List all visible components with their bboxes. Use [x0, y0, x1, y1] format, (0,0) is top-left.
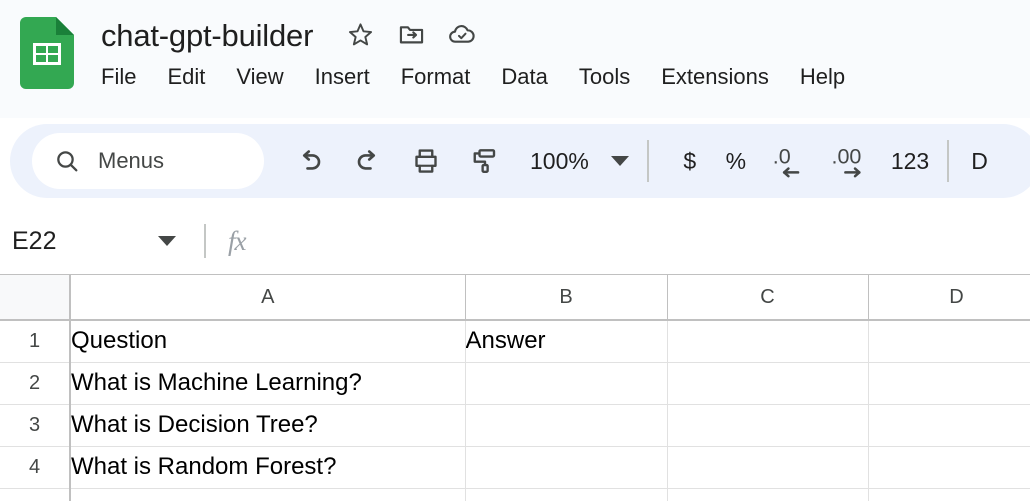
toolbar-region: Menus — [0, 118, 1030, 208]
title-action-icons — [346, 20, 476, 52]
row-header-5[interactable]: 5 — [0, 488, 70, 501]
cell-d2[interactable] — [868, 362, 1030, 404]
table-row: 3 What is Decision Tree? — [0, 404, 1030, 446]
cloud-saved-icon[interactable] — [448, 20, 476, 48]
cell-a4[interactable]: What is Random Forest? — [70, 446, 465, 488]
chevron-down-icon[interactable] — [611, 156, 629, 166]
menu-bar: File Edit View Insert Format Data Tools … — [101, 62, 845, 92]
cell-d3[interactable] — [868, 404, 1030, 446]
search-menus-label: Menus — [98, 148, 164, 174]
cell-a2[interactable]: What is Machine Learning? — [70, 362, 465, 404]
document-title[interactable]: chat-gpt-builder — [101, 16, 313, 56]
main-toolbar: Menus — [10, 124, 1030, 198]
menu-item-edit[interactable]: Edit — [167, 62, 205, 92]
column-header-a[interactable]: A — [70, 275, 465, 320]
cell-d5[interactable] — [868, 488, 1030, 501]
cell-a3[interactable]: What is Decision Tree? — [70, 404, 465, 446]
select-all-corner[interactable] — [0, 275, 70, 320]
menu-item-view[interactable]: View — [236, 62, 283, 92]
currency-format-button[interactable]: $ — [667, 137, 713, 185]
column-header-b[interactable]: B — [465, 275, 667, 320]
name-box-chevron-down-icon[interactable] — [158, 236, 176, 246]
cell-d4[interactable] — [868, 446, 1030, 488]
grid-table: A B C D 1 Question Answer 2 What is Mach… — [0, 275, 1030, 501]
title-row: chat-gpt-builder — [101, 12, 476, 60]
zoom-level[interactable]: 100% — [522, 137, 597, 185]
paint-format-button[interactable] — [460, 137, 508, 185]
cell-c3[interactable] — [667, 404, 868, 446]
print-button[interactable] — [402, 137, 450, 185]
decrease-decimal-icon[interactable]: .0 — [767, 137, 819, 185]
cell-b3[interactable] — [465, 404, 667, 446]
row-header-2[interactable]: 2 — [0, 362, 70, 404]
svg-text:.00: .00 — [831, 145, 861, 169]
row-header-3[interactable]: 3 — [0, 404, 70, 446]
name-box[interactable]: E22 — [12, 227, 152, 256]
increase-decimal-icon[interactable]: .00 — [827, 137, 879, 185]
font-family-selector[interactable]: D — [971, 148, 988, 175]
cell-b2[interactable] — [465, 362, 667, 404]
toolbar-divider-2 — [947, 140, 949, 182]
fx-icon: fx — [228, 226, 246, 257]
table-row: 5 — [0, 488, 1030, 501]
table-row: 2 What is Machine Learning? — [0, 362, 1030, 404]
menu-item-tools[interactable]: Tools — [579, 62, 630, 92]
cell-c2[interactable] — [667, 362, 868, 404]
move-to-folder-icon[interactable] — [397, 20, 425, 48]
cell-b1[interactable]: Answer — [465, 320, 667, 362]
redo-button[interactable] — [344, 137, 392, 185]
column-header-c[interactable]: C — [667, 275, 868, 320]
formula-input[interactable] — [246, 208, 1030, 274]
percent-format-button[interactable]: % — [713, 137, 759, 185]
search-icon — [54, 148, 80, 174]
cell-b5[interactable] — [465, 488, 667, 501]
formula-bar-divider — [204, 224, 206, 258]
toolbar-divider — [647, 140, 649, 182]
menu-item-file[interactable]: File — [101, 62, 136, 92]
cell-c5[interactable] — [667, 488, 868, 501]
search-menus-input[interactable]: Menus — [32, 133, 264, 189]
cell-d1[interactable] — [868, 320, 1030, 362]
cell-c4[interactable] — [667, 446, 868, 488]
app-header: chat-gpt-builder — [0, 0, 1030, 118]
table-row: 4 What is Random Forest? — [0, 446, 1030, 488]
cell-c1[interactable] — [667, 320, 868, 362]
menu-item-format[interactable]: Format — [401, 62, 471, 92]
more-formats-button[interactable]: 123 — [891, 137, 929, 185]
row-header-4[interactable]: 4 — [0, 446, 70, 488]
star-icon[interactable] — [346, 20, 374, 48]
cell-a5[interactable] — [70, 488, 465, 501]
menu-item-extensions[interactable]: Extensions — [661, 62, 769, 92]
menu-item-help[interactable]: Help — [800, 62, 845, 92]
undo-button[interactable] — [286, 137, 334, 185]
cell-a1[interactable]: Question — [70, 320, 465, 362]
cell-b4[interactable] — [465, 446, 667, 488]
menu-item-insert[interactable]: Insert — [315, 62, 370, 92]
spreadsheet-grid: A B C D 1 Question Answer 2 What is Mach… — [0, 274, 1030, 501]
table-row: 1 Question Answer — [0, 320, 1030, 362]
menu-item-data[interactable]: Data — [501, 62, 547, 92]
svg-text:.0: .0 — [773, 145, 791, 169]
column-header-d[interactable]: D — [868, 275, 1030, 320]
row-header-1[interactable]: 1 — [0, 320, 70, 362]
google-sheets-logo[interactable] — [20, 17, 74, 89]
formula-bar: E22 fx — [0, 208, 1030, 274]
column-header-row: A B C D — [0, 275, 1030, 320]
